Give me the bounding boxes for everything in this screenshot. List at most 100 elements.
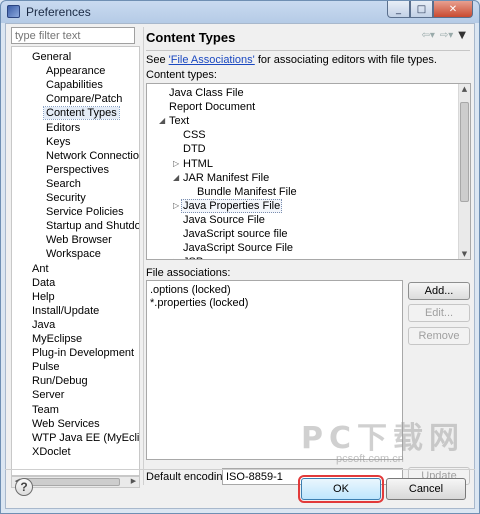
- file-associations-list[interactable]: .options (locked) *.properties (locked): [146, 280, 403, 460]
- tree-item-label: Keys: [46, 135, 71, 148]
- content-type-item[interactable]: JavaScript Source File: [183, 241, 293, 255]
- tree-item[interactable]: Appearance: [46, 64, 105, 78]
- tree-item[interactable]: Team: [32, 403, 59, 417]
- page-navigation: ⇦▾ ⇨▾ ▼: [421, 30, 466, 41]
- tree-item-label: Java: [32, 318, 56, 331]
- tree-item[interactable]: General: [32, 50, 71, 64]
- content-type-item[interactable]: JavaScript source file: [183, 227, 288, 241]
- tree-item[interactable]: Help: [32, 290, 55, 304]
- page-description: See 'File Associations' for associating …: [146, 54, 437, 66]
- file-associations-link[interactable]: 'File Associations': [169, 54, 255, 66]
- expand-toggle-icon[interactable]: ▷: [173, 255, 179, 259]
- tree-item[interactable]: Keys: [46, 135, 70, 149]
- tree-item[interactable]: WTP Java EE (MyEclipse): [32, 431, 140, 445]
- content-type-item[interactable]: CSS: [183, 128, 206, 142]
- edit-button[interactable]: Edit...: [408, 304, 470, 322]
- content-type-item[interactable]: ◢ Text: [159, 114, 190, 128]
- tree-item-label: Help: [32, 290, 55, 303]
- content-type-item[interactable]: ▷ JSP: [173, 255, 203, 259]
- cancel-button[interactable]: Cancel: [386, 478, 466, 500]
- expand-toggle-icon[interactable]: ◢: [173, 171, 179, 185]
- tree-item-label: Pulse: [32, 361, 60, 374]
- tree-item[interactable]: Startup and Shutdown: [46, 219, 140, 233]
- scroll-thumb[interactable]: [24, 478, 120, 486]
- tree-item[interactable]: Java: [32, 318, 55, 332]
- tree-item-label: Web Services: [32, 417, 100, 430]
- list-item[interactable]: *.properties (locked): [150, 297, 399, 310]
- maximize-button[interactable]: □: [410, 1, 433, 18]
- dialog-client: General AppearanceCapabilitiesCompare/Pat…: [5, 23, 475, 509]
- tree-item-label: Editors: [46, 121, 81, 134]
- content-type-item[interactable]: Java Source File: [183, 213, 265, 227]
- tree-item[interactable]: Editors: [46, 121, 80, 135]
- tree-item-label: Plug-in Development: [32, 347, 135, 360]
- tree-item[interactable]: Compare/Patch: [46, 92, 122, 106]
- eclipse-app-icon: [7, 5, 20, 18]
- preference-tree[interactable]: General Appearance Capabilities Compare/Pat…: [11, 46, 140, 476]
- ok-button[interactable]: OK: [298, 475, 384, 503]
- tree-item[interactable]: Plug-in Development: [32, 346, 134, 360]
- tree-item-label: Content Types: [43, 106, 120, 121]
- back-icon[interactable]: ⇦▾: [421, 30, 434, 41]
- tree-item[interactable]: Ant: [32, 262, 49, 276]
- content-type-label: JSP: [183, 256, 203, 259]
- tree-item-label: WTP Java EE (MyEclipse): [32, 431, 140, 444]
- tree-item[interactable]: Network Connections: [46, 149, 139, 163]
- scroll-up-icon[interactable]: ▲: [459, 84, 470, 94]
- expand-toggle-icon[interactable]: ▷: [173, 157, 179, 171]
- content-type-label: Text: [169, 115, 190, 128]
- view-menu-icon[interactable]: ▼: [458, 30, 466, 41]
- tree-item[interactable]: Data: [32, 276, 55, 290]
- tree-item[interactable]: Perspectives: [46, 163, 109, 177]
- tree-item[interactable]: Content Types: [43, 106, 120, 121]
- expand-toggle-icon[interactable]: ◢: [159, 114, 165, 128]
- close-button[interactable]: ✕: [433, 1, 473, 18]
- scroll-thumb[interactable]: [460, 102, 469, 202]
- tree-item-label: Capabilities: [46, 79, 103, 92]
- pane-divider[interactable]: [143, 27, 144, 485]
- content-type-item[interactable]: Java Class File: [169, 86, 244, 100]
- help-icon[interactable]: ?: [15, 478, 33, 496]
- content-types-tree[interactable]: ▲ ▼ Java Class File Report Document ◢ Text C…: [146, 83, 471, 260]
- tree-item[interactable]: Service Policies: [46, 205, 124, 219]
- description-prefix: See: [146, 54, 169, 66]
- description-suffix: for associating editors with file types.: [254, 54, 437, 66]
- scroll-down-icon[interactable]: ▼: [459, 249, 470, 259]
- content-type-item[interactable]: DTD: [183, 142, 206, 156]
- window-title: Preferences: [26, 5, 91, 19]
- tree-item-label: Startup and Shutdown: [46, 220, 140, 233]
- tree-item[interactable]: MyEclipse: [32, 332, 82, 346]
- tree-item[interactable]: Server: [32, 388, 64, 402]
- tree-item-label: Compare/Patch: [46, 93, 123, 106]
- tree-item[interactable]: Workspace: [46, 247, 101, 261]
- content-type-item[interactable]: ▷ Java Properties File: [173, 198, 283, 213]
- tree-item[interactable]: Capabilities: [46, 78, 103, 92]
- content-type-item[interactable]: ◢ JAR Manifest File: [173, 171, 269, 185]
- tree-item[interactable]: Web Services: [32, 417, 100, 431]
- content-type-item[interactable]: Bundle Manifest File: [197, 185, 297, 199]
- title-separator: [146, 50, 470, 51]
- content-type-label: Report Document: [169, 101, 256, 114]
- scroll-right-icon[interactable]: ▶: [128, 477, 139, 487]
- content-type-item[interactable]: Report Document: [169, 100, 255, 114]
- content-type-label: JavaScript source file: [183, 228, 288, 240]
- tree-item[interactable]: Security: [46, 191, 86, 205]
- tree-item[interactable]: Web Browser: [46, 233, 112, 247]
- tree-item[interactable]: Pulse: [32, 360, 60, 374]
- filter-input[interactable]: [11, 27, 135, 44]
- minimize-button[interactable]: _: [387, 1, 410, 18]
- tree-item-label: General: [32, 51, 72, 63]
- expand-toggle-icon[interactable]: ▷: [173, 199, 179, 213]
- vertical-scrollbar[interactable]: ▲ ▼: [458, 84, 470, 259]
- remove-button[interactable]: Remove: [408, 327, 470, 345]
- list-item[interactable]: .options (locked): [150, 284, 399, 297]
- tree-item[interactable]: Search: [46, 177, 81, 191]
- add-button[interactable]: Add...: [408, 282, 470, 300]
- forward-icon[interactable]: ⇨▾: [440, 30, 453, 41]
- content-type-item[interactable]: ▷ HTML: [173, 157, 213, 171]
- tree-item[interactable]: Install/Update: [32, 304, 99, 318]
- tree-item[interactable]: XDoclet: [32, 445, 71, 459]
- tree-item[interactable]: Run/Debug: [32, 374, 88, 388]
- file-associations-label: File associations:: [146, 267, 231, 279]
- content-type-label: Java Class File: [169, 87, 244, 99]
